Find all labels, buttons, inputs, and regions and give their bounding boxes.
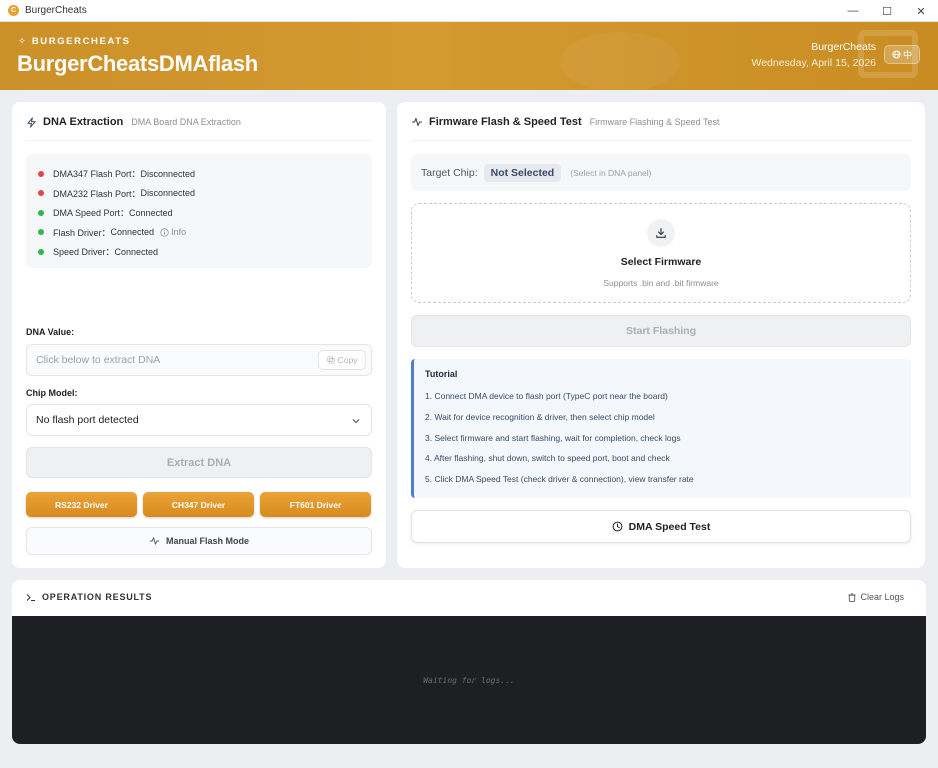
results-title: OPERATION RESULTS	[42, 592, 153, 602]
ch347-driver-button[interactable]: CH347 Driver	[143, 492, 254, 517]
firmware-format-hint: Supports .bin and .bit firmware	[603, 278, 719, 288]
copy-button[interactable]: Copy	[318, 350, 366, 370]
status-dot-icon	[38, 190, 44, 197]
start-flashing-button[interactable]: Start Flashing	[411, 315, 911, 347]
close-button[interactable]: ✕	[904, 0, 938, 22]
tutorial-title: Tutorial	[425, 369, 458, 379]
trash-icon	[848, 592, 856, 602]
dma-speed-test-button[interactable]: DMA Speed Test	[411, 510, 911, 543]
port-status-list: DMA347 Flash Port： Disconnected DMA232 Fl…	[26, 154, 372, 268]
header-decoration	[560, 32, 680, 90]
driver-info-link[interactable]: Info	[160, 227, 186, 237]
status-row: DMA347 Flash Port： Disconnected	[38, 164, 360, 184]
download-icon	[647, 219, 675, 247]
status-row: Flash Driver： Connected Info	[38, 223, 360, 243]
dna-extraction-panel: DNA Extraction DMA Board DNA Extraction …	[12, 102, 386, 568]
operation-results-panel: OPERATION RESULTS Clear Logs Waiting for…	[12, 580, 926, 744]
status-dot-icon	[38, 229, 44, 236]
status-dot-icon	[38, 248, 44, 255]
chip-model-select[interactable]: No flash port detected	[26, 404, 372, 436]
tutorial-step: 2. Wait for device recognition & driver,…	[425, 411, 655, 422]
app-logo-icon: C	[8, 5, 19, 16]
globe-icon	[892, 50, 901, 59]
chevron-down-icon	[352, 419, 360, 424]
manual-flash-mode-button[interactable]: Manual Flash Mode	[26, 527, 372, 555]
panel-header: DNA Extraction DMA Board DNA Extraction	[26, 116, 372, 141]
log-console[interactable]: Waiting for logs...	[12, 616, 926, 744]
extract-dna-button[interactable]: Extract DNA	[26, 447, 372, 478]
panel-title: Firmware Flash & Speed Test	[429, 116, 582, 128]
ft601-driver-button[interactable]: FT601 Driver	[260, 492, 371, 517]
status-dot-icon	[38, 170, 44, 177]
status-row: Speed Driver： Connected	[38, 242, 360, 262]
clear-logs-button[interactable]: Clear Logs	[848, 592, 904, 602]
dna-value-label: DNA Value:	[26, 327, 75, 337]
activity-icon	[149, 537, 160, 545]
target-chip-row: Target Chip: Not Selected (Select in DNA…	[411, 154, 911, 191]
target-chip-badge: Not Selected	[483, 163, 562, 182]
panel-subtitle: DMA Board DNA Extraction	[131, 117, 241, 127]
maximize-button[interactable]: ☐	[870, 0, 904, 22]
tutorial-step: 5. Click DMA Speed Test (check driver & …	[425, 474, 694, 485]
tutorial-step: 1. Connect DMA device to flash port (Typ…	[425, 391, 668, 401]
lightning-icon	[27, 116, 36, 128]
dna-value-field[interactable]: Click below to extract DNA Copy	[26, 344, 372, 376]
firmware-flash-panel: Firmware Flash & Speed Test Firmware Fla…	[397, 102, 925, 568]
panel-header: Firmware Flash & Speed Test Firmware Fla…	[411, 116, 911, 141]
activity-icon	[412, 117, 422, 127]
panel-title: DNA Extraction	[43, 116, 124, 128]
info-icon	[160, 228, 169, 237]
target-chip-hint: (Select in DNA panel)	[570, 167, 652, 178]
select-firmware-title: Select Firmware	[620, 256, 702, 268]
terminal-icon	[26, 593, 35, 601]
tutorial-step: 3. Select firmware and start flashing, w…	[425, 432, 681, 443]
brand-tagline: ✧ BURGERCHEATS	[18, 36, 131, 47]
bottom-margin	[0, 744, 938, 768]
status-row: DMA Speed Port： Connected	[38, 203, 360, 223]
firmware-dropzone[interactable]: Select Firmware Supports .bin and .bit f…	[411, 203, 911, 303]
tutorial-step: 4. After flashing, shut down, switch to …	[425, 453, 670, 464]
current-date: Wednesday, April 15, 2026	[751, 57, 876, 69]
minimize-button[interactable]: —	[836, 0, 870, 22]
app-header: ✧ BURGERCHEATS BurgerCheatsDMAflash Burg…	[0, 22, 938, 90]
status-row: DMA232 Flash Port： Disconnected	[38, 184, 360, 204]
window-titlebar: C BurgerCheats — ☐ ✕	[0, 0, 938, 22]
sparkle-icon: ✧	[18, 36, 28, 47]
app-name: BurgerCheatsDMAflash	[17, 51, 258, 76]
tutorial-box: Tutorial 1. Connect DMA device to flash …	[411, 359, 911, 498]
user-name: BurgerCheats	[811, 41, 876, 53]
target-chip-label: Target Chip:	[421, 166, 478, 179]
log-placeholder: Waiting for logs...	[423, 675, 515, 685]
chip-model-label: Chip Model:	[26, 388, 78, 398]
window-title: BurgerCheats	[25, 5, 87, 16]
panel-subtitle: Firmware Flashing & Speed Test	[589, 117, 720, 127]
status-dot-icon	[38, 209, 44, 216]
language-button[interactable]: 中	[884, 45, 920, 64]
clock-icon	[612, 521, 623, 532]
rs232-driver-button[interactable]: RS232 Driver	[26, 492, 137, 517]
copy-icon	[327, 356, 335, 364]
